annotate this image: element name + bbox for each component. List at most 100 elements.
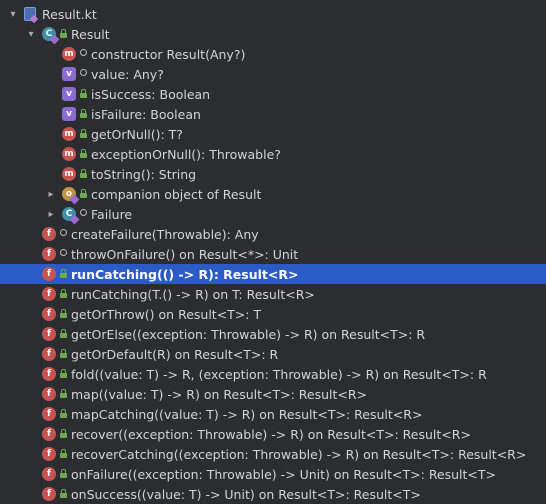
kotlin-badge-icon [69, 194, 80, 205]
tree-row-label: constructor Result(Any?) [91, 46, 246, 62]
function-icon: f [42, 247, 56, 261]
kotlin-file-icon [24, 7, 36, 21]
chevron-down-icon[interactable]: ▾ [24, 24, 38, 44]
tree-row-label: runCatching(() -> R): Result<R> [71, 266, 299, 282]
tree-row[interactable]: f getOrThrow() on Result<T>: T [0, 304, 546, 324]
function-icon: f [42, 367, 56, 381]
public-lock-icon [59, 368, 67, 378]
tree-row-label: recoverCatching((exception: Throwable) -… [71, 446, 527, 462]
tree-row[interactable]: ▾ C Result [0, 24, 546, 45]
function-icon: f [42, 387, 56, 401]
public-lock-icon [59, 288, 67, 298]
tree-row-label: getOrDefault(R) on Result<T>: R [71, 346, 279, 362]
kotlin-badge-icon [49, 34, 60, 45]
tree-row[interactable]: ▸ o companion object of Result [0, 184, 546, 205]
public-lock-icon [59, 408, 67, 418]
tree-row[interactable]: f throwOnFailure() on Result<*>: Unit [0, 244, 546, 264]
chevron-right-icon[interactable]: ▸ [44, 204, 58, 224]
public-lock-icon [59, 428, 67, 438]
public-lock-icon [79, 88, 87, 98]
internal-visibility-icon [79, 68, 87, 78]
tree-row[interactable]: f recoverCatching((exception: Throwable) … [0, 444, 546, 464]
method-icon: m [62, 147, 76, 161]
function-icon: f [42, 327, 56, 341]
method-icon: m [62, 167, 76, 181]
tree-row-label: getOrElse((exception: Throwable) -> R) o… [71, 326, 426, 342]
public-lock-icon [59, 468, 67, 478]
tree-row[interactable]: v isFailure: Boolean [0, 104, 546, 124]
tree-row-label: Result [71, 26, 110, 42]
tree-row-label: createFailure(Throwable): Any [71, 226, 259, 242]
tree-row[interactable]: m getOrNull(): T? [0, 124, 546, 144]
tree-row-label: toString(): String [91, 166, 197, 182]
tree-row[interactable]: f getOrDefault(R) on Result<T>: R [0, 344, 546, 364]
public-lock-icon [59, 388, 67, 398]
tree-row[interactable]: f onSuccess((value: T) -> Unit) on Result… [0, 484, 546, 504]
public-lock-icon [59, 448, 67, 458]
public-lock-icon [59, 488, 67, 498]
tree-row-label: companion object of Result [91, 186, 262, 202]
tree-row-label: onSuccess((value: T) -> Unit) on Result<… [71, 486, 421, 502]
tree-row-label: Failure [91, 206, 133, 222]
tree-row[interactable]: f runCatching(T.() -> R) on T: Result<R> [0, 284, 546, 304]
structure-tree[interactable]: ▾ Result.kt ▾ C Result m constructor Result(An… [0, 0, 546, 503]
public-lock-icon [59, 308, 67, 318]
tree-row[interactable]: f mapCatching((value: T) -> R) on Result<… [0, 404, 546, 424]
chevron-down-icon[interactable]: ▾ [6, 4, 20, 24]
public-lock-icon [79, 188, 87, 198]
tree-row-label: runCatching(T.() -> R) on T: Result<R> [71, 286, 315, 302]
tree-row-label: isFailure: Boolean [91, 106, 201, 122]
tree-row[interactable]: f fold((value: T) -> R, (exception: Throw… [0, 364, 546, 384]
tree-row[interactable]: f onFailure((exception: Throwable) -> Uni… [0, 464, 546, 484]
tree-row-label: Result.kt [42, 6, 97, 22]
method-icon: m [62, 127, 76, 141]
public-lock-icon [59, 268, 67, 278]
internal-visibility-icon [79, 208, 87, 218]
function-icon: f [42, 487, 56, 501]
tree-row-label: map((value: T) -> R) on Result<T>: Resul… [71, 386, 368, 402]
chevron-right-icon[interactable]: ▸ [44, 184, 58, 204]
internal-visibility-icon [59, 248, 67, 258]
tree-row-label: onFailure((exception: Throwable) -> Unit… [71, 466, 497, 482]
tree-row[interactable]: f createFailure(Throwable): Any [0, 224, 546, 244]
public-lock-icon [79, 128, 87, 138]
tree-row-label: throwOnFailure() on Result<*>: Unit [71, 246, 299, 262]
tree-row-label: getOrThrow() on Result<T>: T [71, 306, 262, 322]
tree-row[interactable]: f getOrElse((exception: Throwable) -> R) … [0, 324, 546, 344]
function-icon: f [42, 267, 56, 281]
public-lock-icon [59, 328, 67, 338]
public-lock-icon [59, 28, 67, 38]
public-lock-icon [79, 108, 87, 118]
function-icon: f [42, 347, 56, 361]
tree-row-label: exceptionOrNull(): Throwable? [91, 146, 281, 162]
internal-visibility-icon [59, 228, 67, 238]
public-lock-icon [79, 148, 87, 158]
property-icon: v [62, 107, 76, 121]
tree-row[interactable]: ▸ C Failure [0, 204, 546, 225]
function-icon: f [42, 287, 56, 301]
tree-row-label: value: Any? [91, 66, 164, 82]
method-icon: m [62, 47, 76, 61]
tree-row[interactable]: m exceptionOrNull(): Throwable? [0, 144, 546, 164]
tree-row-label: mapCatching((value: T) -> R) on Result<T… [71, 406, 423, 422]
function-icon: f [42, 407, 56, 421]
tree-row-label: recover((exception: Throwable) -> R) on … [71, 426, 471, 442]
kotlin-badge-icon [69, 214, 80, 225]
function-icon: f [42, 307, 56, 321]
tree-row-label: fold((value: T) -> R, (exception: Throwa… [71, 366, 487, 382]
tree-row[interactable]: v value: Any? [0, 64, 546, 84]
tree-row-label: getOrNull(): T? [91, 126, 183, 142]
tree-row[interactable]: m constructor Result(Any?) [0, 44, 546, 64]
tree-row[interactable]: f runCatching(() -> R): Result<R> [0, 264, 546, 284]
function-icon: f [42, 467, 56, 481]
tree-row[interactable]: ▾ Result.kt [0, 4, 546, 24]
function-icon: f [42, 427, 56, 441]
internal-visibility-icon [79, 48, 87, 58]
tree-row[interactable]: v isSuccess: Boolean [0, 84, 546, 104]
public-lock-icon [59, 348, 67, 358]
function-icon: f [42, 227, 56, 241]
tree-row[interactable]: f map((value: T) -> R) on Result<T>: Resu… [0, 384, 546, 404]
tree-row-label: isSuccess: Boolean [91, 86, 211, 102]
tree-row[interactable]: f recover((exception: Throwable) -> R) on… [0, 424, 546, 444]
tree-row[interactable]: m toString(): String [0, 164, 546, 184]
